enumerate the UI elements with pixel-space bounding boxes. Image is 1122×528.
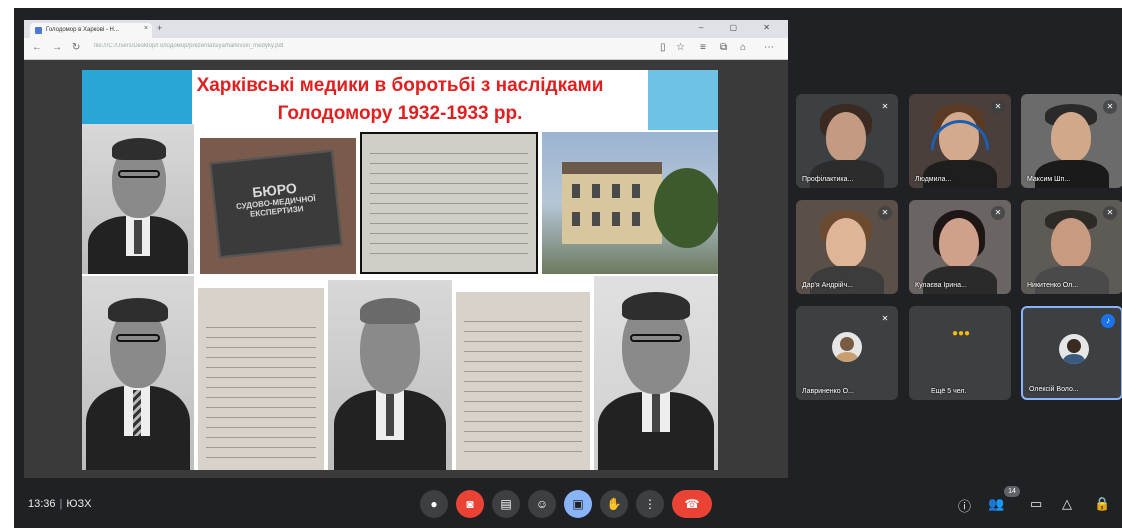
info-icon[interactable]: ⓘ [958,496,971,515]
participant-tile[interactable]: ♪ Олексій Воло... [1021,306,1122,400]
participant-name: Людмила... [915,176,952,183]
participant-tile[interactable]: ✕ Никитенко Ол... [1021,200,1122,294]
avatar [832,332,862,362]
share-icon[interactable]: ⌂ [740,42,746,53]
participant-name: Дар'я Андрійч... [802,282,854,289]
participant-name: Олексій Воло... [1029,386,1079,393]
control-bar: 13:36 | ЮЗХ ● ◙ ▤ ☺ ▣ ✋ ⋮ ☎ ⓘ 👥 14 ▭ △ 🔒 [14,482,1122,528]
back-icon[interactable]: ← [32,42,42,53]
meeting-info: 13:36 | ЮЗХ [28,498,91,510]
people-icon[interactable]: 👥 [988,496,1004,512]
presentation-slide: Харківські медики в боротьбі з наслідкам… [82,70,718,470]
chat-icon[interactable]: ▭ [1030,496,1042,512]
meet-window: Голодомор в Харкові - Н... × + – ▢ ✕ ← →… [14,8,1122,528]
more-options-icon[interactable]: ⋮ [636,490,664,518]
participant-name: Лавриненко О... [802,388,854,395]
participant-name: Профілактика... [802,176,854,183]
new-tab-icon[interactable]: + [157,23,162,33]
menu-icon[interactable]: ⋯ [764,42,774,53]
bookmark-icon[interactable]: ☆ [676,42,685,53]
portrait-photo [82,124,194,274]
address-bar: ← → ↻ file:///C:/Users/Desktop/Голодомор… [24,38,788,60]
mic-off-icon: ✕ [878,206,892,220]
shared-screen: Голодомор в Харкові - Н... × + – ▢ ✕ ← →… [24,20,788,478]
archive-document [360,132,538,274]
present-icon[interactable]: ▣ [564,490,592,518]
participant-name: Максим Шп... [1027,176,1071,183]
tab-title: Голодомор в Харкові - Н... [46,27,119,33]
collections-icon[interactable]: ⧉ [720,42,727,53]
url-field[interactable]: file:///C:/Users/Desktop/Голодомор/preze… [94,43,624,55]
portrait-photo [328,280,452,470]
plaque-photo: БЮРО СУДОВО-МЕДИЧНОЇ ЕКСПЕРТИЗИ [200,138,356,274]
favorites-icon[interactable]: ≡ [700,42,706,53]
participant-tile[interactable]: ✕ Кулаєва Ірина... [909,200,1011,294]
current-time: 13:36 [28,498,56,510]
browser-tab[interactable]: Голодомор в Харкові - Н... × [30,23,152,38]
slide-title-line2: Голодомору 1932-1933 рр. [277,103,523,124]
raise-hand-icon[interactable]: ✋ [600,490,628,518]
pdf-viewer: Харківські медики в боротьбі з наслідкам… [24,60,788,478]
more-participants-label: Ещё 5 чел. [931,388,967,395]
portrait-photo [82,276,194,470]
slide-decoration [648,70,718,130]
slide-title-line1: Харківські медики в боротьбі з наслідкам… [196,75,604,96]
window-controls[interactable]: – ▢ ✕ [699,23,782,32]
participant-tile[interactable]: ✕ Людмила... [909,94,1011,188]
participant-tile[interactable]: ✕ Лавриненко О... [796,306,898,400]
mic-off-icon: ✕ [991,100,1005,114]
avatar [1059,334,1089,364]
more-participants-tile[interactable]: ●●● Ещё 5 чел. [909,306,1011,400]
portrait-photo [594,276,718,470]
meeting-code: ЮЗХ [66,498,92,510]
pdf-favicon-icon [35,27,42,34]
emoji-icon[interactable]: ☺ [528,490,556,518]
camera-off-icon[interactable]: ◙ [456,490,484,518]
mic-off-icon: ✕ [878,100,892,114]
slide-title: Харківські медики в боротьбі з наслідкам… [162,72,638,128]
hang-up-icon[interactable]: ☎ [672,490,712,518]
mic-off-icon: ✕ [991,206,1005,220]
participant-name: Никитенко Ол... [1027,282,1079,289]
captions-icon[interactable]: ▤ [492,490,520,518]
mic-off-icon: ✕ [1103,100,1117,114]
speaking-icon: ♪ [1101,314,1115,328]
host-controls-icon[interactable]: 🔒 [1094,496,1110,512]
archive-document [456,292,590,470]
mic-off-icon: ✕ [878,312,892,326]
participant-tile[interactable]: ✕ Максим Шп... [1021,94,1122,188]
building-photo [542,132,718,274]
mic-off-icon: ✕ [1103,206,1117,220]
archive-document [198,288,324,470]
avatars-group-icon: ●●● [951,328,971,339]
activities-icon[interactable]: △ [1062,496,1072,512]
participant-name: Кулаєва Ірина... [915,282,967,289]
reader-icon[interactable]: ▯ [660,42,666,53]
people-count-badge: 14 [1004,486,1020,497]
refresh-icon[interactable]: ↻ [72,42,80,53]
forward-icon[interactable]: → [52,42,62,53]
mic-icon[interactable]: ● [420,490,448,518]
browser-tab-bar: Голодомор в Харкові - Н... × + – ▢ ✕ [24,20,788,38]
participant-tile[interactable]: ✕ Дар'я Андрійч... [796,200,898,294]
separator: | [59,498,63,510]
tab-close-icon[interactable]: × [144,25,148,32]
participant-tile[interactable]: ✕ Профілактика... [796,94,898,188]
